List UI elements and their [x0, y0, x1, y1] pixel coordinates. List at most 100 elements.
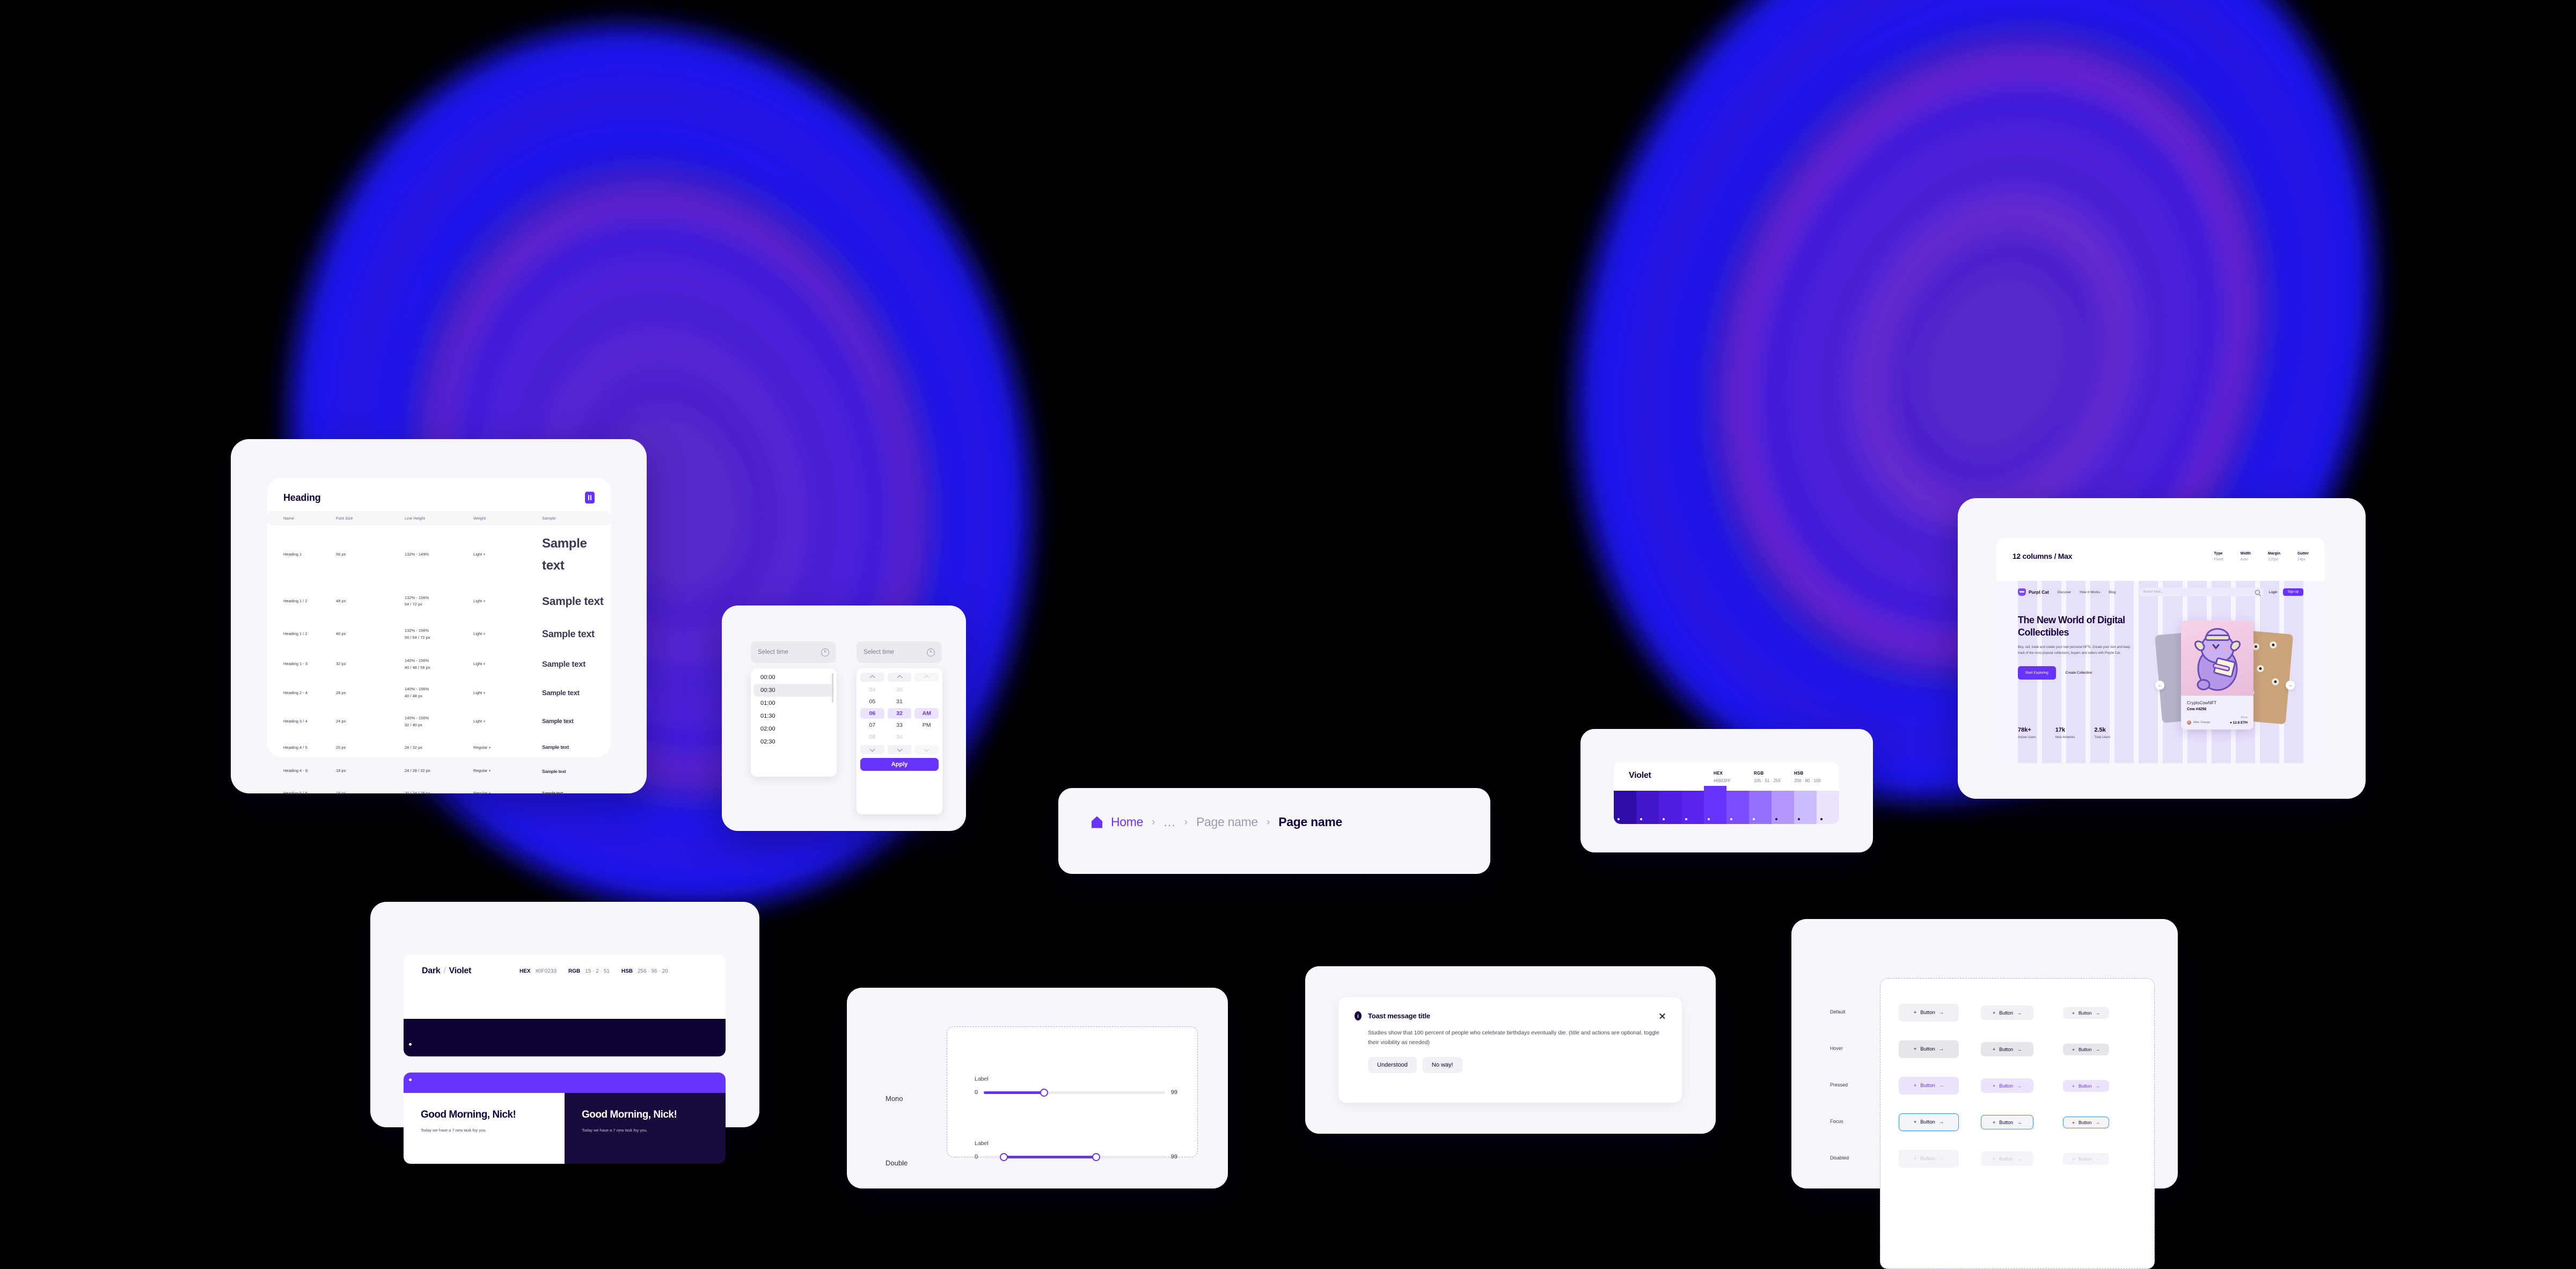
arrow-right-icon: → — [2095, 1083, 2101, 1089]
minute-decrement-button[interactable] — [887, 745, 912, 754]
breadcrumb-ellipsis[interactable]: ... — [1163, 815, 1175, 829]
color-swatch[interactable] — [1817, 791, 1839, 824]
color-swatch[interactable] — [1749, 791, 1772, 824]
hour-increment-button[interactable] — [860, 673, 884, 682]
plus-icon: + — [2072, 1119, 2075, 1125]
close-icon[interactable] — [1659, 1012, 1666, 1019]
slider-handle-end[interactable] — [1092, 1153, 1101, 1161]
scrollbar-thumb[interactable] — [832, 673, 833, 703]
minute-column[interactable]: 30 31 32 33 34 — [887, 684, 912, 742]
toast-header: i Toast message title — [1355, 1011, 1666, 1020]
time-option[interactable]: 01:00 — [753, 697, 834, 710]
color-swatch[interactable] — [1614, 791, 1636, 824]
wheel-cell[interactable]: 34 — [888, 732, 912, 742]
arrow-left-icon[interactable]: ← — [2155, 681, 2164, 690]
demo-button[interactable]: + Button → — [1899, 1040, 1959, 1058]
wheel-cell[interactable]: 08 — [860, 732, 884, 742]
wheel-cell[interactable]: 04 — [860, 684, 884, 695]
nft-artwork — [2181, 621, 2253, 696]
search-icon[interactable] — [2255, 589, 2260, 595]
wheel-cell[interactable]: 06 — [860, 708, 884, 719]
demo-button[interactable]: + Button → — [2063, 1043, 2109, 1055]
time-options-list[interactable]: 00:00 00:30 01:00 01:30 02:00 02:30 — [751, 668, 837, 777]
time-option[interactable]: 00:30 — [753, 684, 834, 697]
button-label: Button — [1999, 1046, 2014, 1052]
wheel-cell[interactable]: 31 — [888, 696, 912, 707]
time-option[interactable]: 01:30 — [753, 710, 834, 723]
time-select-input-left[interactable]: Select time — [751, 641, 836, 663]
demo-button[interactable]: + Button → — [1899, 1077, 1959, 1095]
arrow-right-icon[interactable]: → — [2286, 681, 2295, 690]
toast-card: i Toast message title Studies show that … — [1305, 966, 1716, 1134]
apply-button[interactable]: Apply — [860, 758, 939, 771]
slider-handle[interactable] — [1040, 1088, 1048, 1097]
color-swatch[interactable] — [1704, 786, 1726, 824]
demo-button[interactable]: + Button → — [2063, 1080, 2109, 1092]
breadcrumb-item-home[interactable]: Home — [1111, 815, 1143, 829]
color-name: Violet — [1629, 771, 1651, 780]
start-exploring-button[interactable]: Start Exploring — [2018, 666, 2056, 680]
color-swatch[interactable] — [1726, 791, 1749, 824]
plus-icon: + — [1992, 1156, 1996, 1162]
demo-button[interactable]: + Button → — [2063, 1007, 2109, 1019]
wheel-cell[interactable]: 07 — [860, 720, 884, 731]
nav-item-how-it-works[interactable]: How it Works — [2080, 590, 2100, 594]
nav-item-blog[interactable]: Blog — [2109, 590, 2116, 594]
slider-mono-track[interactable] — [984, 1088, 1165, 1097]
time-option[interactable]: 00:00 — [753, 671, 834, 684]
pause-badge-icon[interactable] — [585, 492, 595, 504]
minute-increment-button[interactable] — [887, 673, 912, 682]
hour-column[interactable]: 04 05 06 07 08 — [860, 684, 884, 742]
button-slot: + Button → — [1899, 1040, 1981, 1058]
understood-button[interactable]: Understood — [1368, 1056, 1417, 1073]
wheel-cell[interactable]: 30 — [888, 684, 912, 695]
slider-min-value: 0 — [975, 1089, 978, 1096]
color-swatch[interactable] — [1636, 791, 1659, 824]
hour-decrement-button[interactable] — [860, 745, 884, 754]
demo-button[interactable]: + Button → — [1981, 1042, 2033, 1056]
color-swatch[interactable] — [1772, 791, 1794, 824]
wheel-cell[interactable]: 33 — [888, 720, 912, 731]
meridiem-column[interactable]: AM PM — [914, 684, 939, 742]
search-input[interactable]: Search here... — [2139, 588, 2264, 596]
wheel-cell[interactable]: PM — [914, 720, 939, 731]
slider-handle-start[interactable] — [1000, 1153, 1008, 1161]
slider-label: Label — [975, 1076, 989, 1082]
no-way-button[interactable]: No way! — [1422, 1056, 1462, 1073]
color-swatch[interactable] — [1794, 791, 1817, 824]
slider-double-track[interactable] — [984, 1153, 1165, 1161]
demo-button[interactable]: + Button → — [1981, 1115, 2033, 1129]
nav-item-discover[interactable]: Discover — [2058, 590, 2071, 594]
time-option[interactable]: 02:30 — [753, 735, 834, 748]
wheel-cell[interactable]: 32 — [887, 708, 912, 719]
time-picker-card: Select time Select time 00:00 00:30 01:00 0… — [722, 606, 966, 831]
dark-color-bar — [404, 1019, 726, 1056]
wheel-cell[interactable]: 05 — [860, 696, 884, 707]
demo-button[interactable]: + Button → — [2063, 1116, 2109, 1128]
table-body: Heading 1 56 px 132% - 149% Light + Samp… — [267, 526, 611, 805]
brand-logo[interactable]: Purpl Cat — [2018, 588, 2049, 596]
signup-button[interactable]: Sign up — [2282, 588, 2303, 596]
wheel-cell[interactable]: AM — [914, 708, 939, 719]
home-icon[interactable] — [1092, 816, 1102, 828]
time-option[interactable]: 02:00 — [753, 723, 834, 735]
breadcrumb-item-page[interactable]: Page name — [1196, 815, 1258, 829]
hero-body: Buy, sell, trade and create your own per… — [2018, 646, 2131, 655]
nft-gallery: CryptoCowNFT Cow #4256 Mike Orange Price… — [2154, 621, 2295, 744]
row-sample: Sample text — [542, 718, 574, 725]
time-select-input-right[interactable]: Select time — [857, 641, 942, 663]
color-swatch[interactable] — [1659, 791, 1681, 824]
create-collection-button[interactable]: Create Collection — [2066, 671, 2092, 675]
stat-label: Active Users — [2018, 736, 2036, 739]
demo-button[interactable]: + Button → — [1981, 1005, 2033, 1020]
demo-button[interactable]: + Button → — [1899, 1004, 1959, 1022]
table-row: Heading 2 - 4 28 px 140% - 156% 40 / 48 … — [267, 679, 611, 708]
demo-button[interactable]: + Button → — [1899, 1113, 1959, 1131]
demo-button[interactable]: + Button → — [1981, 1078, 2033, 1093]
meridiem-increment-button[interactable] — [914, 673, 939, 682]
nft-card-featured[interactable]: CryptoCowNFT Cow #4256 Mike Orange Price… — [2181, 621, 2253, 730]
login-link[interactable]: Login — [2269, 590, 2278, 594]
color-swatch[interactable] — [1681, 791, 1704, 824]
meridiem-decrement-button[interactable] — [914, 745, 939, 754]
nft-name: Cow #4256 — [2187, 708, 2207, 711]
